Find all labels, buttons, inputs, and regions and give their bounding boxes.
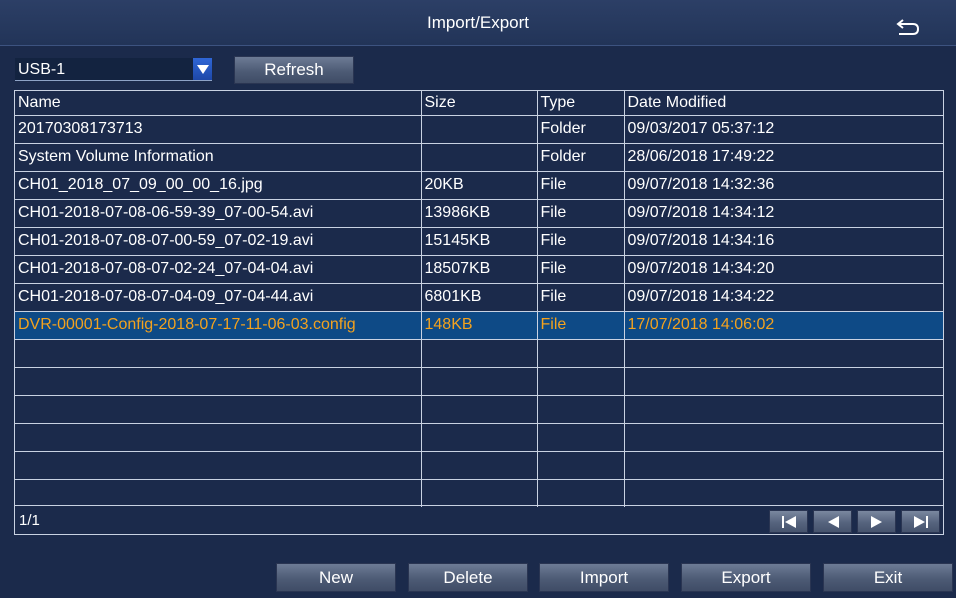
prev-page-icon — [827, 515, 839, 528]
export-button[interactable]: Export — [681, 563, 811, 592]
table-row[interactable]: 20170308173713 Folder 09/03/2017 05:37:1… — [15, 115, 943, 144]
last-page-button[interactable] — [901, 510, 940, 533]
cell-name: CH01_2018_07_09_00_00_16.jpg — [15, 171, 422, 200]
cell-name: DVR-00001-Config-2018-07-17-11-06-03.con… — [15, 311, 422, 340]
table-row-selected[interactable]: DVR-00001-Config-2018-07-17-11-06-03.con… — [15, 311, 943, 340]
title-bar: Import/Export — [0, 0, 956, 46]
next-page-icon — [870, 515, 882, 528]
cell-size: 13986KB — [421, 199, 538, 228]
device-select-value: USB-1 — [18, 61, 66, 78]
prev-page-button[interactable] — [813, 510, 852, 533]
cell-date: 09/07/2018 14:34:22 — [624, 283, 943, 312]
delete-button[interactable]: Delete — [408, 563, 528, 592]
cell-size — [421, 115, 538, 144]
cell-date: 28/06/2018 17:49:22 — [624, 143, 943, 172]
table-row[interactable]: CH01-2018-07-08-07-00-59_07-02-19.avi 15… — [15, 227, 943, 256]
back-button[interactable] — [894, 11, 922, 35]
cell-name: CH01-2018-07-08-07-02-24_07-04-04.avi — [15, 255, 422, 284]
page-indicator: 1/1 — [19, 512, 40, 529]
refresh-button[interactable]: Refresh — [234, 56, 354, 84]
import-button[interactable]: Import — [539, 563, 669, 592]
cell-type: File — [537, 227, 625, 256]
empty-row[interactable] — [15, 451, 943, 480]
column-header-size[interactable]: Size — [421, 91, 538, 116]
cell-type: File — [537, 283, 625, 312]
cell-type: File — [537, 171, 625, 200]
empty-row[interactable] — [15, 367, 943, 396]
chevron-down-icon — [196, 64, 209, 74]
table-header-row: Name Size Type Date Modified — [15, 91, 943, 116]
cell-size: 148KB — [421, 311, 538, 340]
table-row[interactable]: System Volume Information Folder 28/06/2… — [15, 143, 943, 172]
next-page-button[interactable] — [857, 510, 896, 533]
empty-row[interactable] — [15, 479, 943, 507]
device-select[interactable]: USB-1 — [15, 58, 212, 81]
exit-button[interactable]: Exit — [823, 563, 953, 592]
cell-size: 15145KB — [421, 227, 538, 256]
empty-row[interactable] — [15, 423, 943, 452]
new-button[interactable]: New — [276, 563, 396, 592]
first-page-icon — [781, 515, 796, 528]
cell-size: 6801KB — [421, 283, 538, 312]
column-header-date[interactable]: Date Modified — [624, 91, 943, 116]
cell-type: File — [537, 199, 625, 228]
cell-type: File — [537, 311, 625, 340]
cell-name: CH01-2018-07-08-07-00-59_07-02-19.avi — [15, 227, 422, 256]
table-row[interactable]: CH01-2018-07-08-06-59-39_07-00-54.avi 13… — [15, 199, 943, 228]
cell-type: File — [537, 255, 625, 284]
table-row[interactable]: CH01-2018-07-08-07-04-09_07-04-44.avi 68… — [15, 283, 943, 312]
empty-row[interactable] — [15, 339, 943, 368]
pager-bar: 1/1 — [15, 505, 943, 534]
file-table: Name Size Type Date Modified 20170308173… — [14, 90, 944, 535]
import-export-window: Import/Export USB-1 Refresh Name Size Ty… — [0, 0, 956, 598]
window-title: Import/Export — [426, 13, 530, 32]
cell-type: Folder — [537, 115, 625, 144]
cell-size: 18507KB — [421, 255, 538, 284]
cell-date: 17/07/2018 14:06:02 — [624, 311, 943, 340]
cell-date: 09/03/2017 05:37:12 — [624, 115, 943, 144]
back-arrow-icon — [896, 19, 920, 35]
table-row[interactable]: CH01_2018_07_09_00_00_16.jpg 20KB File 0… — [15, 171, 943, 200]
last-page-icon — [913, 515, 928, 528]
empty-row[interactable] — [15, 395, 943, 424]
dropdown-button[interactable] — [193, 58, 212, 80]
cell-date: 09/07/2018 14:34:16 — [624, 227, 943, 256]
cell-type: Folder — [537, 143, 625, 172]
cell-date: 09/07/2018 14:34:20 — [624, 255, 943, 284]
cell-name: System Volume Information — [15, 143, 422, 172]
cell-name: CH01-2018-07-08-06-59-39_07-00-54.avi — [15, 199, 422, 228]
cell-size — [421, 143, 538, 172]
table-row[interactable]: CH01-2018-07-08-07-02-24_07-04-04.avi 18… — [15, 255, 943, 284]
column-header-type[interactable]: Type — [537, 91, 625, 116]
cell-name: CH01-2018-07-08-07-04-09_07-04-44.avi — [15, 283, 422, 312]
cell-date: 09/07/2018 14:34:12 — [624, 199, 943, 228]
cell-date: 09/07/2018 14:32:36 — [624, 171, 943, 200]
column-header-name[interactable]: Name — [15, 91, 422, 116]
cell-name: 20170308173713 — [15, 115, 422, 144]
first-page-button[interactable] — [769, 510, 808, 533]
cell-size: 20KB — [421, 171, 538, 200]
